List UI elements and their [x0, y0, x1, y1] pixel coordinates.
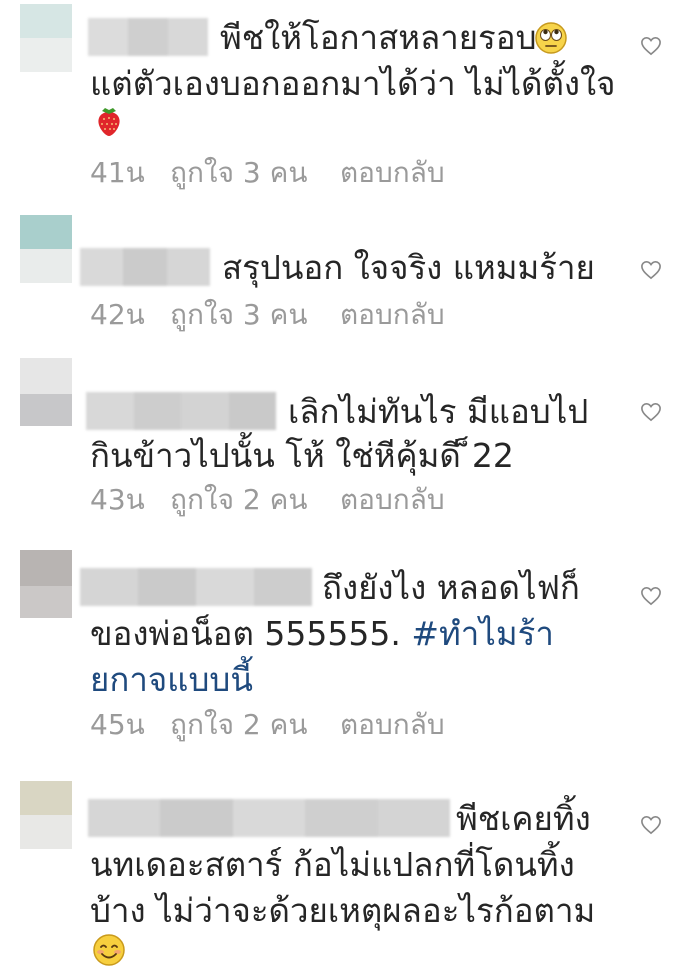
strawberry-emoji [98, 108, 120, 136]
username-blurred[interactable] [88, 799, 451, 837]
comment-text-line-1: พีชเคยทิ้ง [456, 799, 591, 838]
username-blurred[interactable] [80, 568, 312, 606]
hashtag-link-continued[interactable]: ยกาจแบบนี้ [90, 660, 253, 700]
heart-outline-icon[interactable] [640, 36, 662, 56]
comment-text-line-2: แต่ตัวเองบอกออกมาได้ว่า ไม่ได้ตั้งใจ [90, 64, 616, 103]
timestamp: 42น [90, 298, 145, 331]
comment-5: พีชเคยทิ้ง นทเดอะสตาร์ ก้อไม่แปลกที่โดนท… [0, 745, 700, 975]
avatar[interactable] [20, 550, 72, 618]
smiling-emoji [93, 934, 125, 966]
timestamp: 41น [90, 156, 145, 189]
comment-4: ถึงยังไง หลอดไฟก็ ของพ่อน็อต 555555. #ทำ… [0, 540, 700, 745]
reply-button[interactable]: ตอบกลับ [340, 298, 445, 332]
likes-count[interactable]: ถูกใจ 2 คน [170, 483, 307, 517]
avatar[interactable] [20, 215, 72, 283]
hashtag-link[interactable]: #ทำไมร้า [411, 614, 554, 653]
avatar[interactable] [20, 781, 72, 849]
timestamp: 45น [90, 708, 145, 741]
username-blurred[interactable] [88, 18, 208, 56]
eye-roll-emoji [535, 22, 567, 54]
avatar[interactable] [20, 4, 72, 72]
comment-text: ของพ่อน็อต 555555. [90, 614, 401, 653]
heart-outline-icon[interactable] [640, 260, 662, 280]
reply-button[interactable]: ตอบกลับ [340, 156, 445, 190]
heart-outline-icon[interactable] [640, 586, 662, 606]
reply-button[interactable]: ตอบกลับ [340, 708, 445, 742]
username-blurred[interactable] [86, 392, 276, 430]
comment-text-line-1: พีชให้โอกาสหลายรอบ [220, 18, 537, 57]
comment-text-line-2: นทเดอะสตาร์ ก้อไม่แปลกที่โดนทิ้ง [90, 845, 575, 884]
comment-text-line-2: กินข้าวไปนั้น โห้ ใช่หีคุ้มดี ็22 [90, 436, 514, 475]
comment-1: พีชให้โอกาสหลายรอบ แต่ตัวเองบอกออกมาได้ว… [0, 0, 700, 200]
comment-3: เลิกไม่ทันไร มีแอบไป กินข้าวไปนั้น โห้ ใ… [0, 350, 700, 540]
likes-count[interactable]: ถูกใจ 2 คน [170, 708, 307, 742]
heart-outline-icon[interactable] [640, 815, 662, 835]
likes-count[interactable]: ถูกใจ 3 คน [170, 298, 307, 332]
comment-text-line-3: บ้าง ไม่ว่าจะด้วยเหตุผลอะไรก้อตาม [90, 891, 596, 930]
username-blurred[interactable] [80, 248, 210, 286]
comment-text-line-1: เลิกไม่ทันไร มีแอบไป [288, 392, 589, 431]
comment-text-line-1: ถึงยังไง หลอดไฟก็ [322, 568, 580, 607]
heart-outline-icon[interactable] [640, 402, 662, 422]
timestamp: 43น [90, 483, 145, 516]
comment-2: สรุปนอก ใจจริง แหมมร้าย 42น ถูกใจ 3 คน ต… [0, 200, 700, 350]
likes-count[interactable]: ถูกใจ 3 คน [170, 156, 307, 190]
comment-text-line-1: สรุปนอก ใจจริง แหมมร้าย [222, 248, 595, 287]
reply-button[interactable]: ตอบกลับ [340, 483, 445, 517]
comment-text-line-2: ของพ่อน็อต 555555. #ทำไมร้า [90, 614, 554, 654]
avatar[interactable] [20, 358, 72, 426]
